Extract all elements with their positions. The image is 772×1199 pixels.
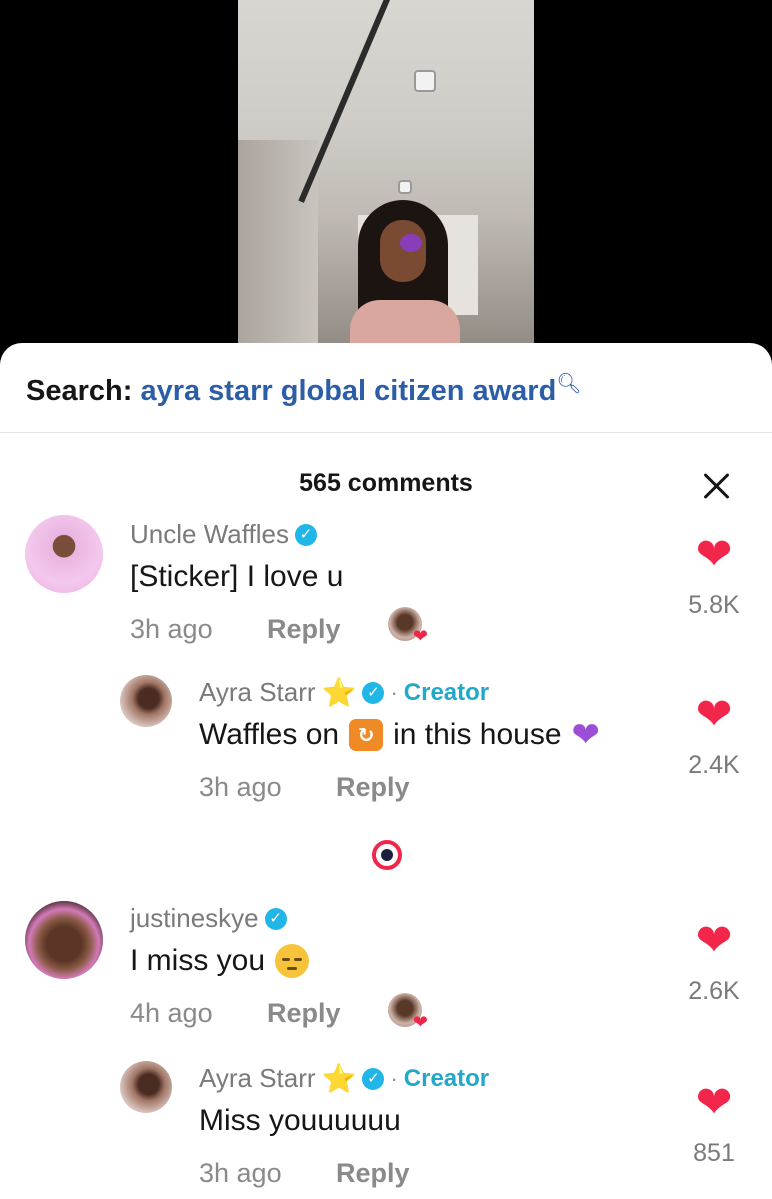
verified-icon: ✓ (294, 523, 317, 546)
like-button[interactable]: ❤ 2.6K (684, 919, 744, 1006)
comment-username[interactable]: Ayra Starr ⭐ ✓ · Creator (199, 677, 600, 708)
like-count: 851 (693, 1139, 735, 1167)
heart-icon[interactable]: ❤ (684, 693, 744, 737)
creator-badge: Creator (403, 678, 490, 706)
close-icon[interactable] (702, 471, 732, 501)
star-icon: ⭐ (321, 676, 357, 708)
pensive-face-emoji-icon (275, 944, 310, 978)
comments-header: 565 comments (0, 433, 772, 509)
avatar[interactable] (25, 515, 103, 593)
comment-text: Miss youuuuuu (199, 1104, 401, 1137)
like-count: 2.6K (688, 977, 740, 1005)
star-icon: ⭐ (321, 1062, 357, 1094)
purple-heart-emoji-icon: ❤ (571, 716, 601, 754)
video-spotlight (398, 180, 412, 194)
comment-time: 3h ago (199, 772, 282, 802)
comments-count: 565 comments (299, 469, 473, 497)
avatar[interactable] (120, 1061, 172, 1113)
video-person (350, 200, 460, 360)
reply-button[interactable]: Reply (336, 772, 410, 803)
video-area[interactable] (0, 0, 772, 360)
like-button[interactable]: ❤ 2.4K (684, 693, 744, 780)
like-button[interactable]: ❤ 851 (684, 1081, 744, 1168)
like-count: 5.8K (688, 591, 740, 619)
comment-time: 3h ago (199, 1158, 282, 1188)
verified-icon: ✓ (362, 681, 385, 704)
heart-icon[interactable]: ❤ (684, 919, 744, 963)
video-spotlight (414, 70, 436, 92)
creator-badge: Creator (403, 1064, 490, 1092)
search-label: Search: (26, 375, 133, 407)
like-count: 2.4K (688, 751, 740, 779)
like-button[interactable]: ❤ 5.8K (684, 533, 744, 620)
verified-icon: ✓ (264, 907, 287, 930)
reply-button[interactable]: Reply (267, 998, 341, 1029)
separator-dot: · (390, 679, 398, 705)
comment-username[interactable]: Uncle Waffles ✓ (130, 519, 343, 550)
reply-button[interactable]: Reply (336, 1158, 410, 1189)
creator-liked-icon: ❤ (388, 607, 428, 646)
video-thumbnail[interactable] (238, 0, 534, 360)
comment-text: I miss you (130, 944, 341, 978)
heart-icon[interactable]: ❤ (684, 1081, 744, 1125)
comment-time: 3h ago (130, 614, 213, 644)
creator-liked-icon: ❤ (388, 993, 428, 1032)
video-wall (238, 140, 318, 360)
search-icon[interactable]: 🔍︎ (556, 373, 581, 395)
comment-username[interactable]: justineskye ✓ (130, 903, 341, 934)
comment-text: [Sticker] I love u (130, 560, 344, 593)
video-ceiling-track (298, 0, 394, 203)
comment-username[interactable]: Ayra Starr ⭐ ✓ · Creator (199, 1063, 489, 1094)
avatar[interactable] (120, 675, 172, 727)
loading-indicator-icon (372, 840, 402, 870)
search-term-link[interactable]: ayra starr global citizen award (140, 375, 556, 407)
separator-dot: · (390, 1065, 398, 1091)
comments-sheet: Search: ayra starr global citizen award🔍… (0, 343, 772, 1199)
search-suggestion[interactable]: Search: ayra starr global citizen award🔍… (0, 343, 772, 433)
comment-text: Waffles on ↻ in this house ❤ (199, 716, 601, 754)
avatar[interactable] (25, 901, 103, 979)
comment-time: 4h ago (130, 998, 213, 1028)
repeat-one-emoji-icon: ↻ (349, 719, 384, 751)
verified-icon: ✓ (362, 1067, 385, 1090)
heart-icon[interactable]: ❤ (684, 533, 744, 577)
reply-button[interactable]: Reply (267, 614, 341, 645)
